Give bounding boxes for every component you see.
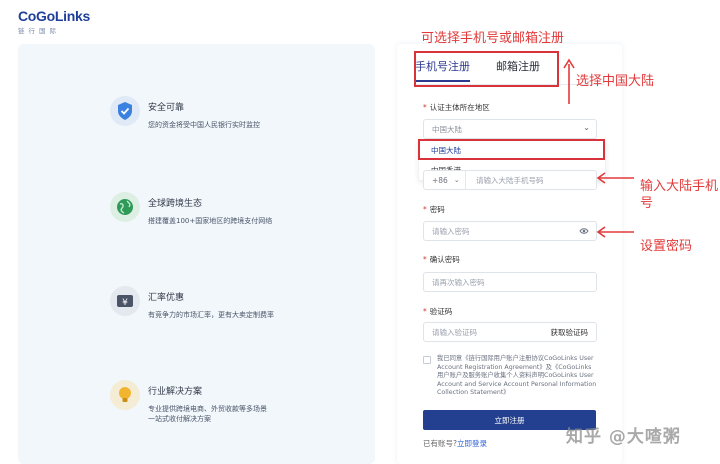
annotation-arrow-phone (596, 172, 634, 184)
annotation-phone-2: 号 (640, 196, 654, 211)
feature-desc: 专业提供跨境电商、外贸收款等多场景 (148, 405, 267, 413)
register-card: 手机号注册 邮箱注册 *认证主体所在地区 中国大陆 ⌄ 中国大陆 中国香港 +8… (397, 44, 622, 464)
agreement-checkbox[interactable] (423, 356, 431, 364)
feature-rate: ¥ 汇率优惠 有竞争力的市场汇率，更有大卖定制费率 (110, 286, 274, 320)
annotation-arrow-password (596, 226, 634, 238)
feature-title: 行业解决方案 (148, 387, 203, 397)
feature-security: 安全可靠 您的资金将受中国人民银行实时监控 (110, 96, 260, 130)
annotation-region-box (418, 139, 605, 160)
feature-desc: 一站式收付解决方案 (148, 415, 211, 423)
annotation-arrow-up (563, 58, 575, 104)
annotation-tabs-box (414, 51, 559, 87)
feature-title: 安全可靠 (148, 103, 185, 113)
region-select[interactable]: 中国大陆 ⌄ (423, 119, 597, 139)
chevron-down-icon: ⌄ (453, 176, 460, 184)
password-field[interactable]: 请输入密码 (423, 221, 597, 241)
feature-title: 汇率优惠 (148, 293, 185, 303)
feature-solutions: 行业解决方案 专业提供跨境电商、外贸收款等多场景 一站式收付解决方案 (110, 380, 267, 424)
password-input[interactable]: 请输入密码 (432, 226, 470, 237)
password-label: * 密码 (423, 205, 445, 214)
brand-subtitle: 链行国际 (18, 27, 60, 35)
code-label: * 验证码 (423, 307, 453, 316)
feature-global: 全球跨境生态 搭建覆盖100+国家地区的跨境支付网络 (110, 192, 272, 226)
annotation-region: 选择中国大陆 (576, 74, 655, 89)
brand-name: CoGoLinks (18, 8, 90, 24)
code-input[interactable]: 请输入验证码 (432, 327, 477, 338)
watermark: 知乎 @大喳粥 (566, 427, 681, 447)
get-code-button[interactable]: 获取验证码 (551, 327, 589, 338)
confirm-password-label: * 确认密码 (423, 255, 460, 264)
login-prompt: 已有账号?立即登录 (423, 439, 487, 448)
feature-title: 全球跨境生态 (148, 199, 203, 209)
code-field[interactable]: 请输入验证码 获取验证码 (423, 322, 597, 342)
phone-field[interactable]: +86 ⌄ 请输入大陆手机号码 (423, 170, 597, 190)
agreement-text: 我已同意《链行国际用户账户注册协议CoGoLinks User Account … (437, 355, 597, 396)
login-link[interactable]: 立即登录 (457, 439, 487, 448)
globe-icon (110, 192, 140, 222)
features-panel: 安全可靠 您的资金将受中国人民银行实时监控 全球跨境生态 搭建覆盖100+国家地… (18, 44, 375, 464)
chevron-down-icon: ⌄ (583, 123, 590, 132)
phone-code-select[interactable]: +86 ⌄ (424, 171, 466, 189)
shield-icon (110, 96, 140, 126)
yen-ticket-icon: ¥ (110, 286, 140, 316)
brand-logo: CoGoLinks 链行国际 (18, 8, 90, 35)
svg-text:¥: ¥ (122, 298, 128, 308)
phone-input[interactable]: 请输入大陆手机号码 (466, 175, 544, 186)
confirm-password-field[interactable]: 请再次输入密码 (423, 272, 597, 292)
eye-icon[interactable] (579, 227, 589, 237)
feature-desc: 您的资金将受中国人民银行实时监控 (148, 121, 260, 129)
region-label: * 认证主体所在地区 (423, 103, 490, 112)
feature-desc: 搭建覆盖100+国家地区的跨境支付网络 (148, 217, 273, 225)
confirm-password-input[interactable]: 请再次输入密码 (432, 277, 485, 288)
annotation-password: 设置密码 (640, 239, 693, 254)
lightbulb-icon (110, 380, 140, 410)
annotation-top: 可选择手机号或邮箱注册 (421, 31, 565, 46)
region-select-value: 中国大陆 (432, 124, 462, 134)
feature-desc: 有竞争力的市场汇率，更有大卖定制费率 (148, 311, 274, 319)
